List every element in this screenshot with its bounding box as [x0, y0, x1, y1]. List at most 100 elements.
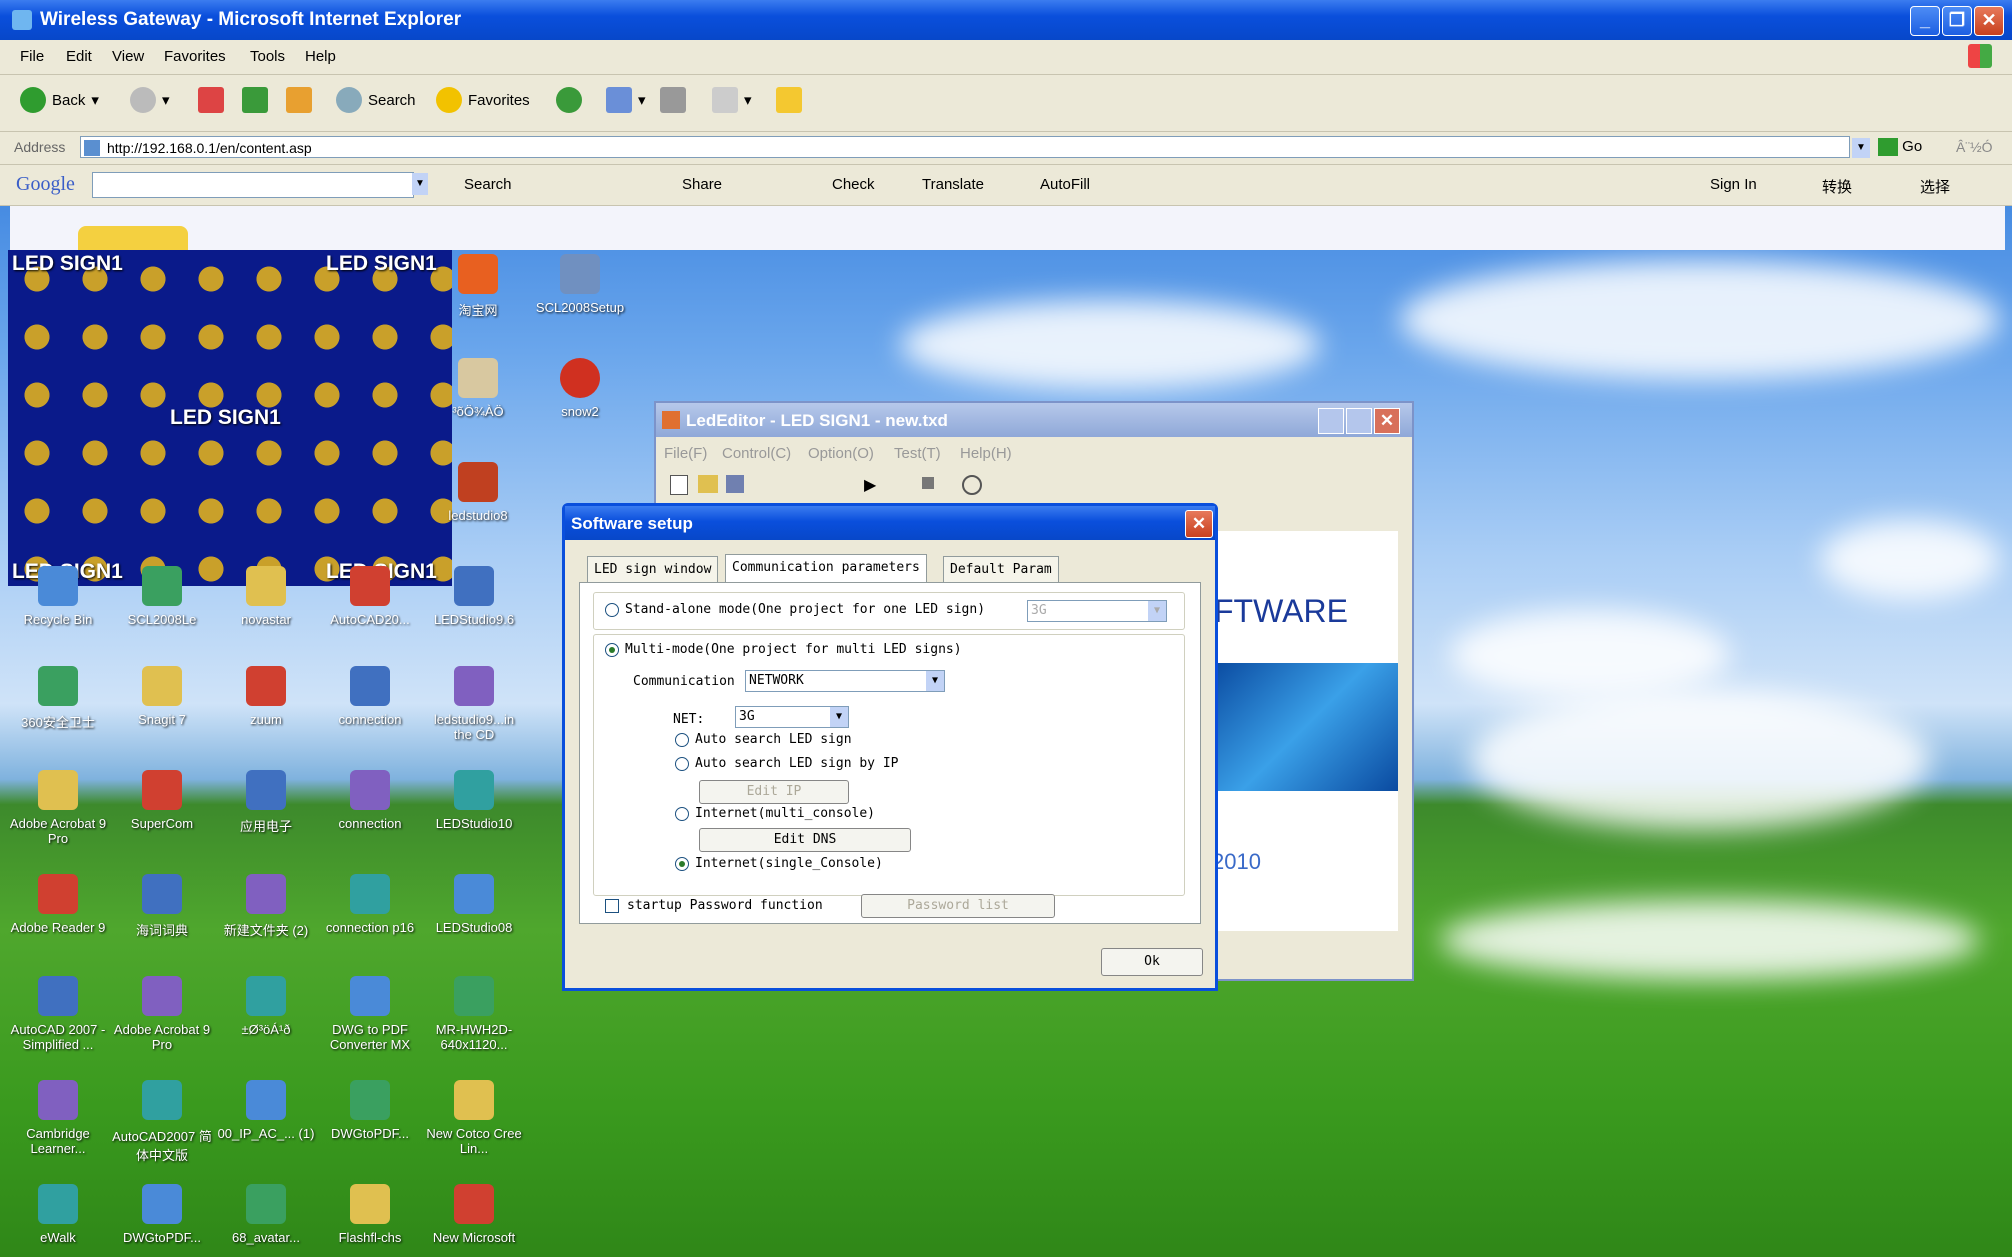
edit-ip-button[interactable]: Edit IP: [699, 780, 849, 804]
desktop-icon[interactable]: DWG to PDF Converter MX: [320, 976, 420, 1052]
google-share-button[interactable]: Share: [682, 176, 722, 193]
select-button[interactable]: 选择: [1920, 176, 1950, 197]
auto-search-ip-radio[interactable]: [675, 756, 689, 771]
auto-search-radio[interactable]: [675, 732, 689, 747]
menu-favorites[interactable]: Favorites: [164, 48, 226, 65]
auto-search-ip-option[interactable]: Auto search LED sign by IP: [675, 756, 899, 771]
desktop-icon[interactable]: connection: [320, 770, 420, 831]
desktop-icon[interactable]: 00_IP_AC_... (1): [216, 1080, 316, 1141]
desktop-icon-snow2[interactable]: snow2: [530, 358, 630, 419]
le-menu-control[interactable]: Control(C): [722, 445, 791, 462]
google-search-button[interactable]: Search: [464, 176, 512, 193]
desktop-icon[interactable]: SuperCom: [112, 770, 212, 831]
desktop-icon[interactable]: Adobe Acrobat 9 Pro: [8, 770, 108, 846]
internet-multi-radio[interactable]: [675, 806, 689, 821]
lededitor-maximize-icon[interactable]: [1346, 408, 1372, 434]
le-menu-test[interactable]: Test(T): [894, 445, 941, 462]
new-file-icon[interactable]: [670, 475, 688, 495]
restore-icon[interactable]: ❐: [1942, 6, 1972, 36]
dialog-close-icon[interactable]: ✕: [1185, 510, 1213, 538]
menu-tools[interactable]: Tools: [250, 48, 285, 65]
favorites-button[interactable]: Favorites: [436, 87, 530, 113]
desktop-icon[interactable]: DWGtoPDF...: [112, 1184, 212, 1245]
desktop-icon-ledstudio8[interactable]: ledstudio8: [428, 462, 528, 523]
print-button[interactable]: [660, 87, 686, 113]
desktop-icon[interactable]: LEDStudio9.6: [424, 566, 524, 627]
zoom-icon[interactable]: [962, 475, 982, 495]
desktop-icon[interactable]: Flashfl-chs: [320, 1184, 420, 1245]
lededitor-minimize-icon[interactable]: [1318, 408, 1344, 434]
desktop-icon-home[interactable]: ³õÖ¾ÀÖ: [428, 358, 528, 419]
desktop-icon[interactable]: MR-HWH2D-640x1120...: [424, 976, 524, 1052]
ok-button[interactable]: Ok: [1101, 948, 1203, 976]
desktop-icon-taobao[interactable]: 淘宝网: [428, 254, 528, 319]
desktop-icon[interactable]: 360安全卫士: [8, 666, 108, 731]
desktop-icon[interactable]: Snagit 7: [112, 666, 212, 727]
edit-dns-button[interactable]: Edit DNS: [699, 828, 911, 852]
tab-communication-parameters[interactable]: Communication parameters: [725, 554, 927, 583]
standalone-option[interactable]: Stand-alone mode(One project for one LED…: [605, 602, 985, 617]
save-icon[interactable]: [726, 475, 744, 493]
desktop-icon[interactable]: ±Ø³öÁ¹ð: [216, 976, 316, 1037]
auto-search-option[interactable]: Auto search LED sign: [675, 732, 852, 747]
standalone-radio[interactable]: [605, 602, 619, 617]
le-menu-help[interactable]: Help(H): [960, 445, 1012, 462]
history-button[interactable]: [556, 87, 582, 113]
desktop-icon[interactable]: AutoCAD 2007 - Simplified ...: [8, 976, 108, 1052]
desktop-icon[interactable]: 新建文件夹 (2): [216, 874, 316, 939]
standalone-select[interactable]: 3G ▼: [1027, 600, 1167, 622]
edit-button[interactable]: ▾: [712, 87, 752, 113]
desktop-icon[interactable]: Recycle Bin: [8, 566, 108, 627]
le-menu-option[interactable]: Option(O): [808, 445, 874, 462]
stop-button[interactable]: [198, 87, 224, 113]
le-menu-file[interactable]: File(F): [664, 445, 707, 462]
desktop-icon[interactable]: novastar: [216, 566, 316, 627]
address-dropdown-icon[interactable]: ▼: [1852, 138, 1870, 158]
desktop-icon[interactable]: DWGtoPDF...: [320, 1080, 420, 1141]
desktop-icon[interactable]: connection: [320, 666, 420, 727]
lededitor-close-icon[interactable]: ✕: [1374, 408, 1400, 434]
google-translate-button[interactable]: Translate: [922, 176, 984, 193]
password-option[interactable]: startup Password function: [605, 898, 823, 913]
stop-square-icon[interactable]: [922, 477, 934, 489]
home-button[interactable]: [286, 87, 312, 113]
menu-file[interactable]: File: [20, 48, 44, 65]
desktop-icon[interactable]: LEDStudio10: [424, 770, 524, 831]
internet-multi-option[interactable]: Internet(multi_console): [675, 806, 875, 821]
desktop-icon[interactable]: SCL2008Le: [112, 566, 212, 627]
refresh-button[interactable]: [242, 87, 268, 113]
convert-button[interactable]: 转换: [1822, 176, 1852, 197]
desktop-icon[interactable]: Cambridge Learner...: [8, 1080, 108, 1156]
desktop-icon[interactable]: LEDStudio08: [424, 874, 524, 935]
desktop-icon[interactable]: ledstudio9...in the CD: [424, 666, 524, 742]
internet-single-option[interactable]: Internet(single_Console): [675, 856, 883, 871]
desktop-icon[interactable]: AutoCAD2007 简体中文版: [112, 1080, 212, 1164]
search-button[interactable]: Search: [336, 87, 416, 113]
google-search-dropdown-icon[interactable]: ▼: [412, 173, 428, 195]
open-folder-icon[interactable]: [698, 475, 718, 493]
desktop-icon-scl2008setup[interactable]: SCL2008Setup: [530, 254, 630, 315]
desktop-icon[interactable]: 68_avatar...: [216, 1184, 316, 1245]
forward-button[interactable]: ▾: [130, 87, 170, 113]
desktop-icon[interactable]: eWalk: [8, 1184, 108, 1245]
desktop-icon[interactable]: Adobe Acrobat 9 Pro: [112, 976, 212, 1052]
desktop-icon[interactable]: 应用电子: [216, 770, 316, 835]
back-button[interactable]: Back ▾: [20, 87, 99, 113]
internet-single-radio[interactable]: [675, 856, 689, 871]
google-autofill-button[interactable]: AutoFill: [1040, 176, 1090, 193]
tab-default-param[interactable]: Default Param: [943, 556, 1059, 584]
password-list-button[interactable]: Password list: [861, 894, 1055, 918]
multimode-radio[interactable]: [605, 642, 619, 657]
communication-select[interactable]: NETWORK ▼: [745, 670, 945, 692]
desktop-icon[interactable]: New Microsoft: [424, 1184, 524, 1245]
password-checkbox[interactable]: [605, 898, 619, 913]
google-search-input[interactable]: [92, 172, 414, 198]
close-icon[interactable]: ✕: [1974, 6, 2004, 36]
multimode-option[interactable]: Multi-mode(One project for multi LED sig…: [605, 642, 962, 657]
google-check-button[interactable]: Check: [832, 176, 875, 193]
desktop-icon[interactable]: AutoCAD20...: [320, 566, 420, 627]
minimize-icon[interactable]: _: [1910, 6, 1940, 36]
messenger-button[interactable]: [776, 87, 802, 113]
google-signin-button[interactable]: Sign In: [1710, 176, 1757, 193]
menu-view[interactable]: View: [112, 48, 144, 65]
